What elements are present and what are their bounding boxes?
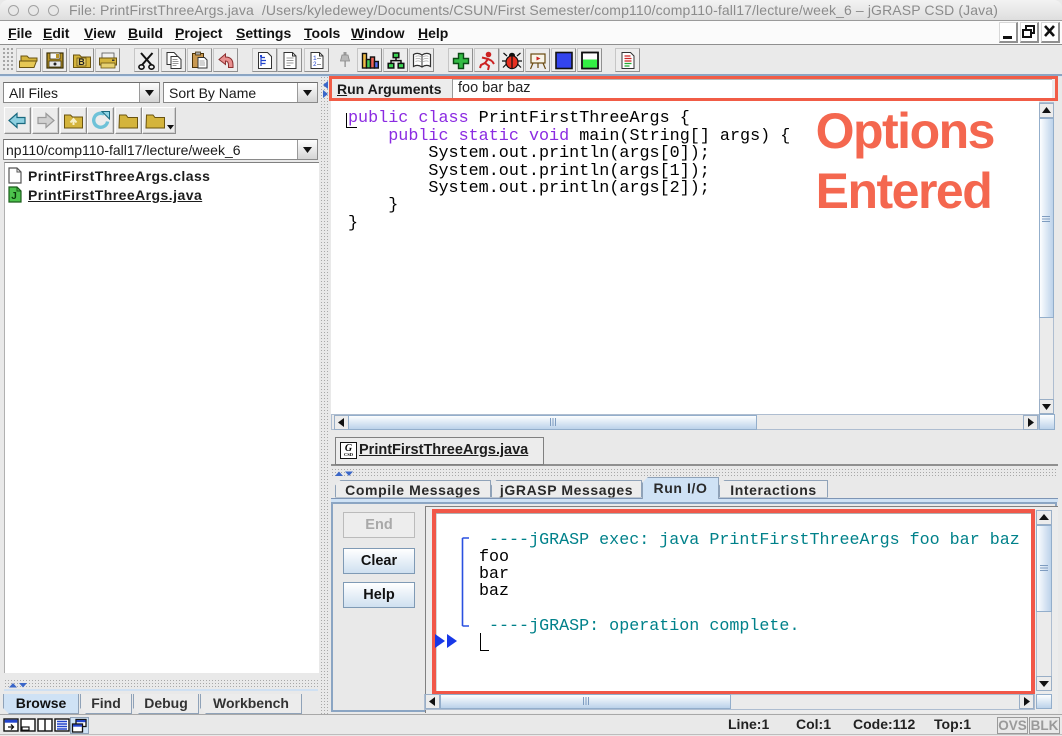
svg-text:2: 2: [313, 61, 317, 68]
svg-text:J: J: [11, 191, 17, 202]
svg-text:B: B: [78, 57, 85, 67]
